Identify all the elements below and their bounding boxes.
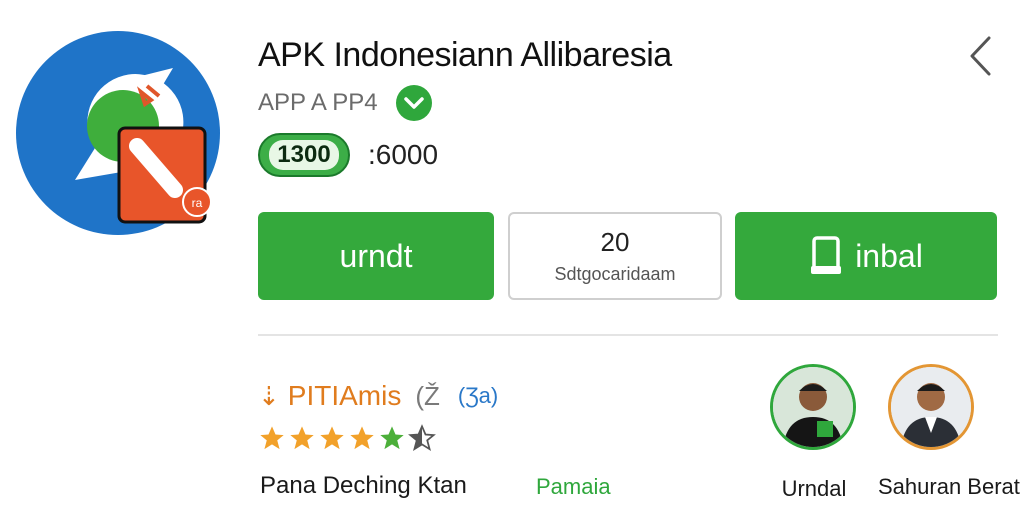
- stat-value: :6000: [368, 139, 439, 170]
- chevron-left-icon: [970, 36, 991, 76]
- star-icon: [290, 426, 314, 450]
- reviewer-name: Pana Deching Ktan: [260, 472, 467, 499]
- star-half-icon: [408, 424, 436, 451]
- back-button[interactable]: [960, 32, 1000, 80]
- star-icon: [350, 426, 374, 450]
- app-logo-icon: ra: [15, 30, 221, 236]
- price-pill[interactable]: 1300: [258, 133, 350, 177]
- install-button[interactable]: urndt: [258, 212, 494, 300]
- person-name: Urndal: [781, 476, 847, 501]
- details-button[interactable]: 20 Sdtgocaridaam: [508, 212, 722, 300]
- pill-value: 1300: [269, 140, 339, 170]
- star-rating: [258, 424, 438, 452]
- avatar[interactable]: [888, 364, 974, 450]
- app-title: APK Indonesiann Allibaresia: [258, 36, 672, 74]
- app-subtitle: APP A PP4: [258, 89, 378, 116]
- avatar[interactable]: [770, 364, 856, 450]
- star-icon: [260, 426, 284, 450]
- star-icon: [320, 426, 344, 450]
- open-button-label: inbal: [855, 237, 923, 274]
- device-icon: [811, 236, 842, 274]
- section-title: PITIAmis: [287, 380, 402, 411]
- star-icon: [380, 426, 404, 450]
- svg-text:ra: ra: [192, 196, 203, 210]
- section-subtext: (Ž: [415, 380, 440, 411]
- ratings-header: ⇣ PITIAmis (Ž (Ʒa): [258, 376, 498, 416]
- divider: [258, 334, 998, 336]
- open-button[interactable]: inbal: [735, 212, 997, 300]
- details-label: Sdtgocaridaam: [554, 264, 676, 284]
- verified-badge-icon: [395, 85, 432, 121]
- review-tag[interactable]: Pamaia: [536, 474, 611, 500]
- install-button-label: urndt: [339, 237, 413, 274]
- details-number: 20: [600, 227, 630, 257]
- section-count: (Ʒa): [457, 383, 499, 408]
- person-name: Sahuran Berat: [878, 474, 1020, 499]
- arrow-down-icon: ⇣: [258, 380, 280, 411]
